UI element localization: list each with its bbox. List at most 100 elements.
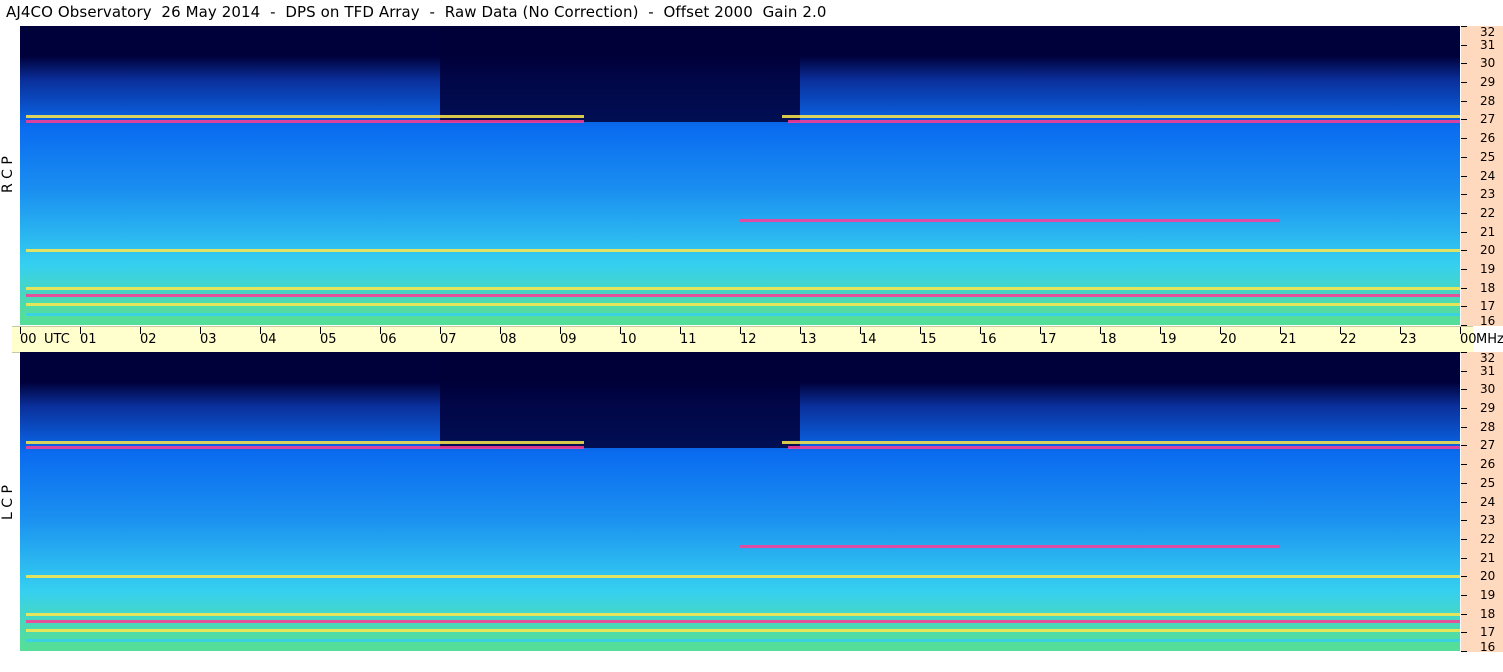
time-tick	[1220, 327, 1221, 334]
time-tick-label: 10	[620, 332, 637, 347]
freq-tick	[1461, 119, 1467, 121]
freq-tick	[1461, 520, 1467, 522]
freq-tick-label: 16	[1480, 640, 1496, 654]
freq-tick-label: 22	[1480, 531, 1496, 546]
time-tick	[1400, 327, 1401, 334]
time-tick	[800, 327, 801, 334]
freq-tick	[1461, 82, 1467, 84]
freq-tick	[1461, 594, 1467, 596]
time-tick-label: 11	[680, 332, 697, 347]
time-tick	[320, 327, 321, 334]
freq-tick	[1461, 557, 1467, 559]
time-tick-label: 21	[1280, 332, 1297, 347]
freq-tick	[1461, 194, 1467, 196]
freq-tick	[1461, 287, 1467, 289]
time-tick	[1460, 327, 1461, 334]
band-18mhz	[26, 286, 1460, 290]
band-18mhz	[26, 612, 1460, 616]
freq-tick-label: 25	[1480, 149, 1496, 164]
freq-tick-label: 27	[1480, 112, 1496, 127]
time-tick-label: 22	[1340, 332, 1357, 347]
freq-tick	[1461, 389, 1467, 391]
time-tick-label: 00	[20, 332, 37, 347]
band-20mhz	[26, 249, 1460, 253]
time-tick	[440, 327, 441, 334]
band-20mhz	[26, 575, 1460, 579]
freq-tick-label: 28	[1480, 419, 1496, 434]
band-27.2mhz	[782, 114, 1460, 118]
band-17.1mhz	[26, 303, 1460, 307]
time-tick-label: 12	[740, 332, 757, 347]
time-tick	[740, 327, 741, 334]
band-27.2mhz	[782, 440, 1460, 444]
freq-tick	[1461, 268, 1467, 270]
time-tick	[1040, 327, 1041, 334]
freq-tick	[1461, 482, 1467, 484]
band-27.2mhz	[26, 440, 584, 444]
band-26.9mhz	[26, 446, 584, 450]
rcp-spectrogram	[20, 26, 1460, 325]
time-tick	[1280, 327, 1281, 334]
lcp-bands	[20, 352, 1460, 651]
freq-tick-label: 29	[1480, 75, 1496, 90]
freq-tick-label: 23	[1480, 187, 1496, 202]
freq-tick-label: 24	[1480, 494, 1496, 509]
freq-tick	[1461, 63, 1467, 65]
freq-tick-label: 32	[1480, 351, 1496, 365]
time-tick-label: 06	[380, 332, 397, 347]
band-21.6mhz	[740, 219, 1280, 223]
time-tick	[260, 327, 261, 334]
time-tick	[500, 327, 501, 334]
freq-tick-label: 26	[1480, 457, 1496, 472]
freq-tick	[1461, 250, 1467, 252]
band-21.6mhz	[740, 545, 1280, 549]
freq-tick-label: 21	[1480, 550, 1496, 565]
freq-tick	[1461, 212, 1467, 214]
freq-tick	[1461, 306, 1467, 308]
freq-tick-label: 23	[1480, 513, 1496, 528]
freq-tick	[1461, 44, 1467, 46]
time-tick-label: 20	[1220, 332, 1237, 347]
band-17.1mhz	[26, 629, 1460, 633]
freq-tick-label: 30	[1480, 382, 1496, 397]
freq-tick-label: 19	[1480, 587, 1496, 602]
time-tick	[1340, 327, 1341, 334]
time-tick	[200, 327, 201, 334]
chart-title: AJ4CO Observatory 26 May 2014 - DPS on T…	[6, 3, 827, 21]
band-26.9mhz	[788, 446, 1460, 450]
freq-tick-label: 21	[1480, 224, 1496, 239]
freq-tick-label: 16	[1480, 314, 1496, 328]
time-tick	[920, 327, 921, 334]
time-tick	[860, 327, 861, 334]
freq-tick	[1461, 138, 1467, 140]
time-tick-label: 08	[500, 332, 517, 347]
freq-tick	[1461, 632, 1467, 634]
freq-tick-label: 29	[1480, 401, 1496, 416]
time-tick	[980, 327, 981, 334]
time-tick-label: 15	[920, 332, 937, 347]
freq-tick	[1461, 576, 1467, 578]
time-tick	[20, 327, 21, 334]
time-tick-label: 18	[1100, 332, 1117, 347]
time-tick-label: 13	[800, 332, 817, 347]
time-tick	[620, 327, 621, 334]
freq-tick	[1461, 501, 1467, 503]
time-tick-label: 09	[560, 332, 577, 347]
freq-tick	[1461, 613, 1467, 615]
freq-tick-label: 30	[1480, 56, 1496, 71]
freq-tick-label: 32	[1480, 25, 1496, 39]
band-26.9mhz	[26, 120, 584, 124]
time-tick-label: 16	[980, 332, 997, 347]
freq-tick	[1461, 325, 1467, 326]
freq-tick-label: 17	[1480, 299, 1496, 314]
freq-tick	[1461, 231, 1467, 233]
freq-tick	[1461, 464, 1467, 466]
time-tick-label: 02	[140, 332, 157, 347]
freq-tick	[1461, 175, 1467, 177]
rcp-label: R C P	[0, 156, 16, 194]
freq-tick-label: 31	[1480, 363, 1496, 378]
freq-tick-label: 20	[1480, 243, 1496, 258]
lcp-spectrogram	[20, 352, 1460, 651]
freq-tick-label: 27	[1480, 438, 1496, 453]
time-tick-label: 03	[200, 332, 217, 347]
